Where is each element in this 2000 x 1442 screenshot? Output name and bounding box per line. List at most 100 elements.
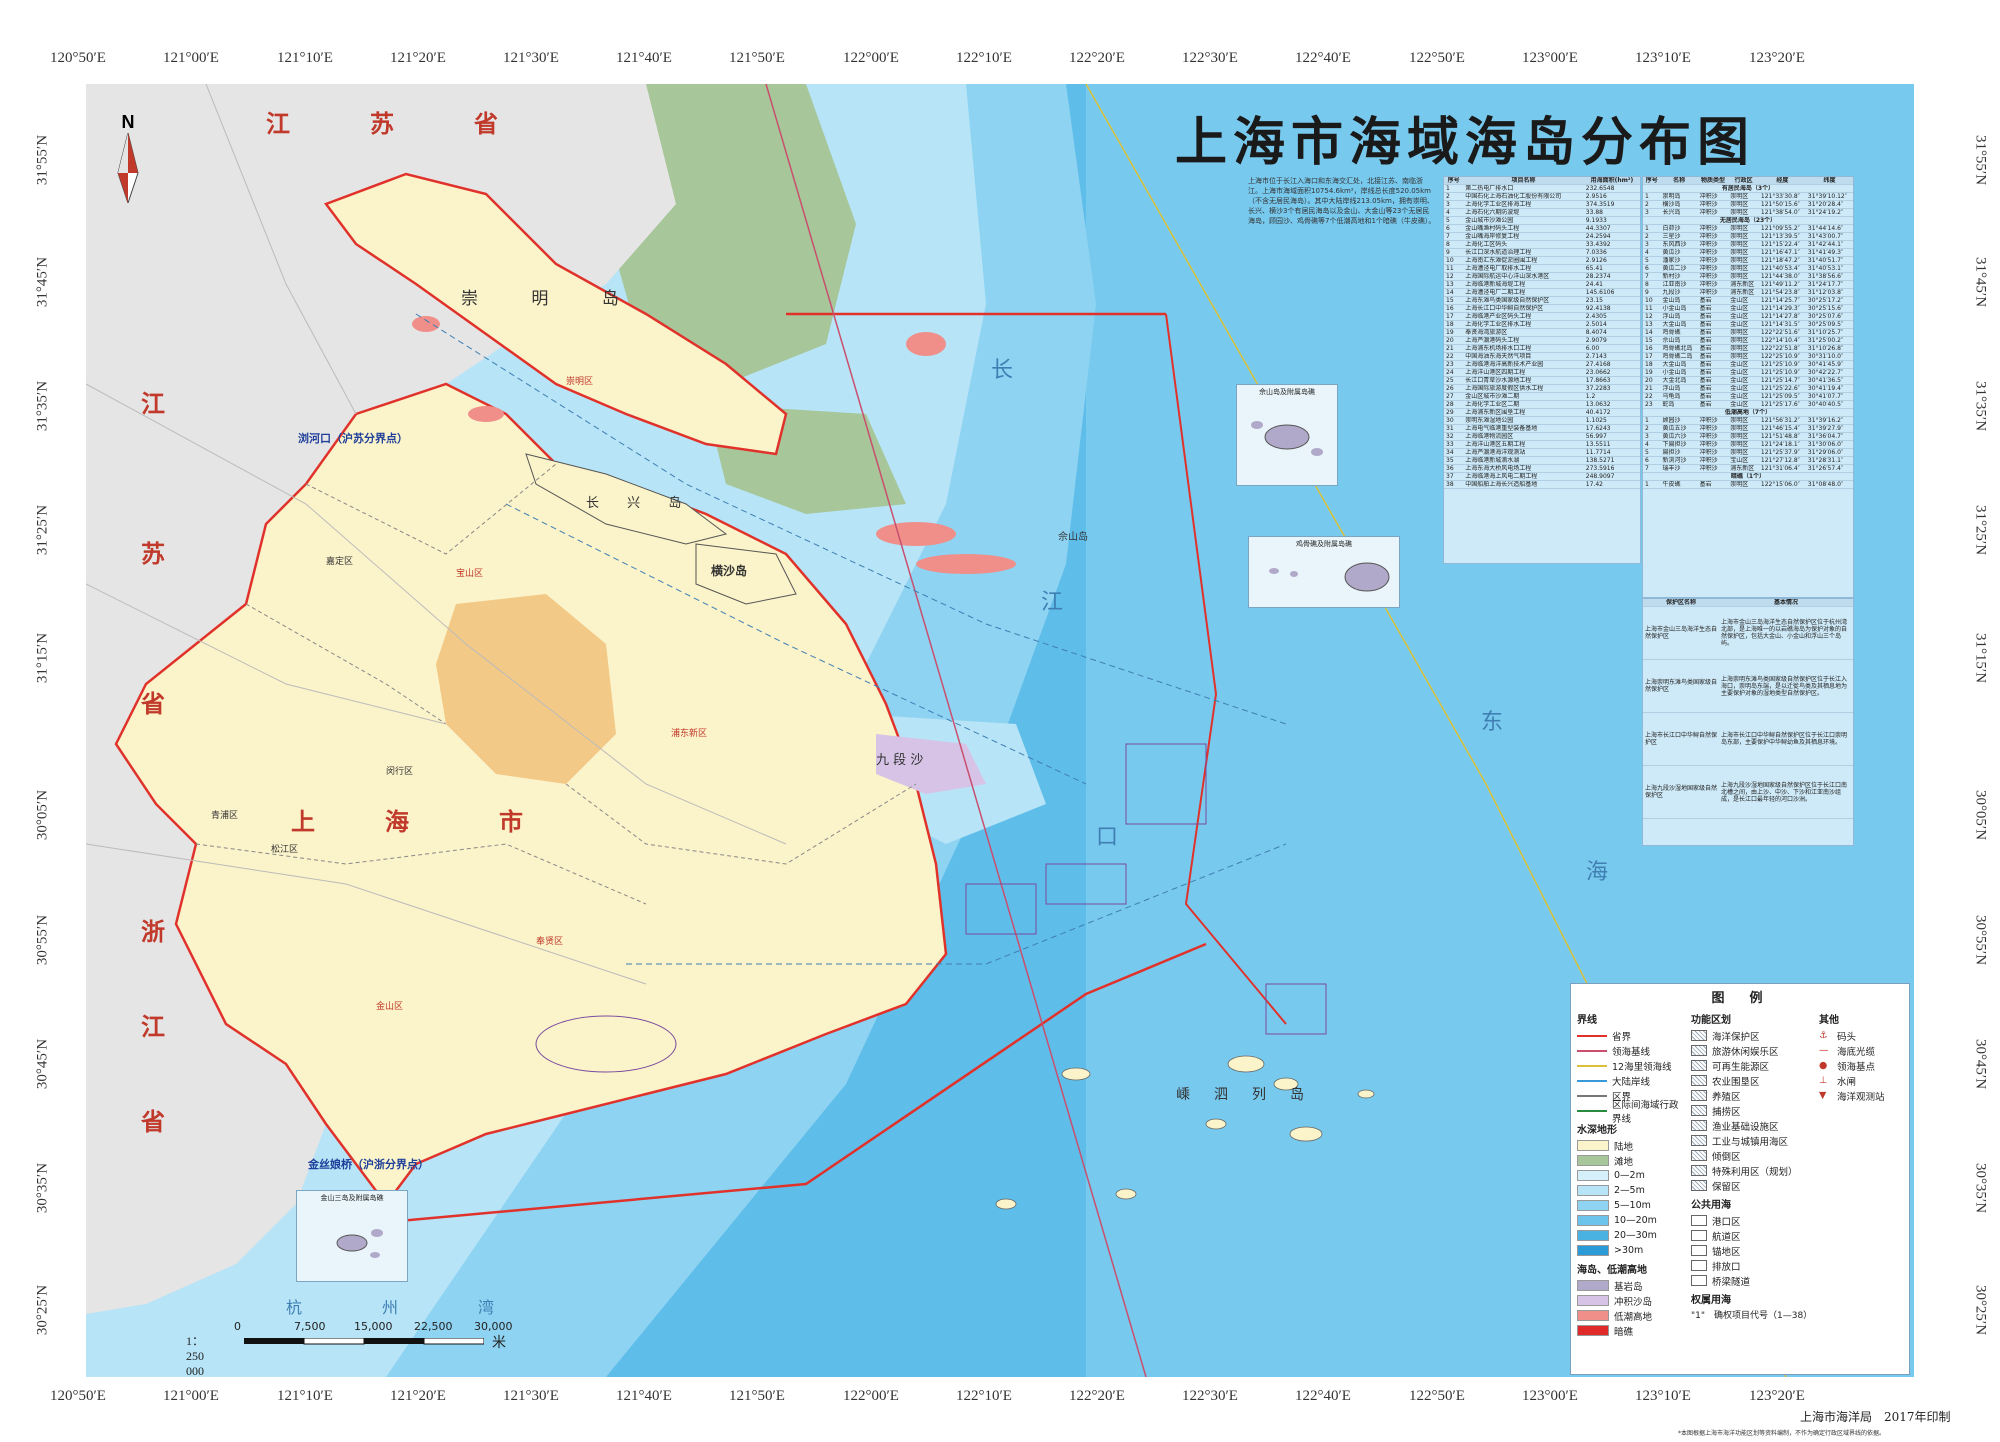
table-cell: 基岩	[1697, 392, 1729, 401]
table-cell: 长江口青草沙水源地工程	[1463, 376, 1584, 385]
table-cell: 10	[1643, 296, 1661, 305]
legend-pattern-swatch	[1691, 1135, 1707, 1146]
changjiang-kou-label-2: 江	[1041, 584, 1063, 616]
table-cell: 基岩	[1697, 400, 1729, 409]
table-cell: 基岩	[1697, 376, 1729, 385]
island-char: 段	[893, 753, 907, 768]
table-cell: 白茆沙	[1660, 224, 1698, 233]
legend-color-swatch	[1577, 1295, 1609, 1306]
table-cell: 浦东新区	[1728, 288, 1759, 297]
scale-graphic	[244, 1338, 484, 1345]
table-cell: 2.7143	[1583, 352, 1640, 361]
province-char: 苏	[141, 539, 165, 568]
province-char: 省	[141, 1107, 165, 1136]
legend-color-swatch	[1577, 1200, 1609, 1211]
legend-color-swatch	[1577, 1170, 1609, 1181]
table-cell: 13	[1444, 280, 1464, 289]
table-cell: 10	[1444, 256, 1464, 265]
latitude-label: 31°55′N	[1972, 134, 1989, 186]
table-cell: 崇明区	[1728, 248, 1759, 257]
table-header-cell: 行政区	[1728, 177, 1759, 185]
table-cell: 4	[1444, 208, 1464, 217]
island-char: 泗	[1214, 1087, 1252, 1103]
legend-section-title: 其他	[1819, 1015, 1839, 1026]
table-cell: 92.4138	[1583, 304, 1640, 313]
table-cell: 冲积沙	[1697, 224, 1729, 233]
legend-line-swatch	[1577, 1094, 1607, 1097]
table-row: 18 上海化学工业区排水工程 2.5014	[1444, 320, 1640, 329]
legend-label: 省界	[1612, 1031, 1632, 1043]
table-cell: 22	[1444, 352, 1464, 361]
table-cell: 121°25′09.5″	[1758, 392, 1806, 401]
legend-symbol-icon: —	[1819, 1045, 1829, 1056]
table-row: 20 上海芦潮港码头工程 2.9079	[1444, 336, 1640, 345]
table-cell: 121°25′37.9″	[1758, 448, 1806, 457]
table-cell: 121°56′31.2″	[1758, 416, 1806, 425]
table-cell: 长兴岛	[1660, 208, 1698, 217]
table-cell: 崇明区	[1728, 240, 1759, 249]
table-cell: 32	[1444, 432, 1464, 441]
reserve-desc-cell: 上海崇明东滩鸟类国家级自然保护区位于长江入海口，崇明岛东端，是以迁徙鸟类及其栖息…	[1719, 659, 1853, 713]
table-cell: 基岩	[1697, 312, 1729, 321]
table-header-cell: 保护区名称	[1643, 599, 1719, 607]
legend-label: 码头	[1837, 1031, 1857, 1043]
table-header-cell: 名称	[1660, 177, 1698, 185]
legend-item: 港口区	[1691, 1213, 1811, 1228]
province-char: 省	[474, 109, 498, 138]
table-cell: 浦东新区	[1728, 280, 1759, 289]
table-row: 7 新村沙 冲积沙 崇明区 121°44′38.0″ 31°38′56.6″	[1643, 272, 1853, 281]
longitude-label: 122°30′E	[1182, 1388, 1238, 1404]
table-cell: 冲积沙	[1697, 448, 1729, 457]
legend-color-swatch	[1577, 1325, 1609, 1336]
chongming-label: 崇 明 岛	[461, 284, 619, 309]
legend-item: 捕捞区	[1691, 1103, 1811, 1118]
table-cell: 鸡骨礁	[1660, 328, 1698, 337]
table-cell: 冲积沙	[1697, 192, 1729, 201]
table-cell: 121°44′38.0″	[1758, 272, 1806, 281]
legend-color-swatch	[1577, 1280, 1609, 1291]
legend-pattern-swatch	[1691, 1120, 1707, 1131]
legend-label: 冲积沙岛	[1614, 1296, 1653, 1308]
table-cell: 2.9079	[1583, 336, 1640, 345]
table-cell: 上海漕泾电厂取排水工程	[1463, 264, 1584, 273]
table-row: 8 上海化工区码头 33.4392	[1444, 240, 1640, 249]
low-tide-height-1	[876, 522, 956, 546]
table-cell: 九段沙	[1660, 288, 1698, 297]
latitude-label: 30°45′N	[34, 1038, 51, 1090]
legend-symbol-icon: ▼	[1819, 1090, 1827, 1101]
table-cell: 金山嘴海岸修复工程	[1463, 232, 1584, 241]
legend-item: 2—5m	[1577, 1183, 1687, 1198]
longitude-label: 121°00′E	[163, 1388, 219, 1404]
table-cell: 121°14′31.5″	[1758, 320, 1806, 329]
table-section-cell: 有居民海岛（3个）	[1643, 184, 1853, 193]
table-cell: 2	[1643, 424, 1661, 433]
table-cell: 8	[1643, 280, 1661, 289]
legend-label: 保留区	[1712, 1181, 1741, 1193]
table-cell: 31°24′17.7″	[1805, 280, 1853, 289]
legend-label: 海洋观测站	[1837, 1091, 1885, 1103]
table-cell: 6	[1643, 456, 1661, 465]
scale-ratio: 1：250 000	[186, 1334, 205, 1378]
legend-item: 海洋保护区	[1691, 1028, 1811, 1043]
legend-item: ⊥ 水闸	[1819, 1073, 1907, 1088]
table-row: 1 顾园沙 冲积沙 崇明区 121°56′31.2″ 31°39′16.2″	[1643, 416, 1853, 425]
table-cell: 31°08′48.0″	[1805, 480, 1853, 489]
table-cell: 基岩	[1697, 320, 1729, 329]
longitude-label: 121°20′E	[390, 1388, 446, 1404]
province-char: 江	[141, 389, 165, 418]
table-cell: 金山区	[1728, 392, 1759, 401]
island-char: 长	[586, 496, 600, 511]
longitude-label: 122°30′E	[1182, 50, 1238, 66]
district-songjiang: 松江区	[271, 845, 299, 855]
table-cell: 8.4074	[1583, 328, 1640, 337]
table-cell: 2	[1643, 232, 1661, 241]
table-cell: 34	[1444, 448, 1464, 457]
table-cell: 黄瓜沙	[1660, 248, 1698, 257]
table-cell: 121°09′55.2″	[1758, 224, 1806, 233]
legend-label: >30m	[1614, 1245, 1644, 1256]
table-cell: 大金山岛	[1660, 320, 1698, 329]
longitude-label: 121°40′E	[616, 50, 672, 66]
table-cell: 崇明区	[1728, 192, 1759, 201]
legend-item: 保留区	[1691, 1178, 1811, 1193]
legend-item: ⚓ 码头	[1819, 1028, 1907, 1043]
